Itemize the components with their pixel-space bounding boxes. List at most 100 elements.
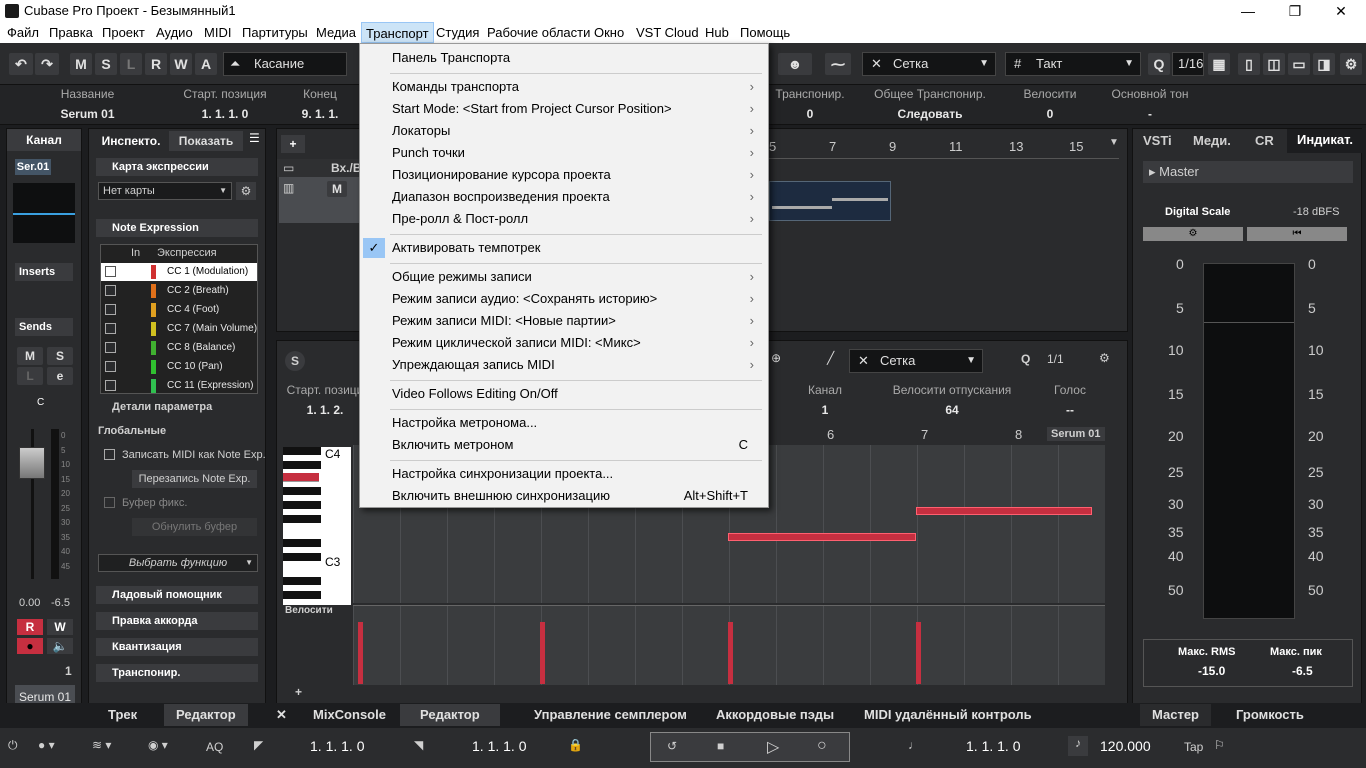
menu-scores[interactable]: Партитуры: [242, 25, 308, 40]
solo-all-button[interactable]: S: [95, 53, 117, 75]
editor-snap-select[interactable]: ✕ Сетка ▼: [849, 349, 983, 373]
tab-inspector[interactable]: Инспекто.: [95, 131, 167, 151]
mute-all-button[interactable]: M: [70, 53, 92, 75]
sends-button[interactable]: Sends: [15, 318, 73, 336]
meter-settings-button[interactable]: ⚙: [1143, 227, 1243, 241]
right-locator-icon[interactable]: ◥: [414, 738, 423, 752]
menu-item[interactable]: Пре-ролл & Пост-ролл ›: [392, 209, 758, 229]
write-button[interactable]: W: [170, 53, 192, 75]
menu-file[interactable]: Файл: [7, 25, 39, 40]
minimize-button[interactable]: —: [1225, 0, 1271, 22]
menu-item[interactable]: Режим циклической записи MIDI: <Микс> ›: [392, 333, 758, 353]
tab-master[interactable]: Мастер: [1140, 704, 1211, 726]
menu-item[interactable]: Настройка синхронизации проекта...: [392, 464, 758, 484]
color-icon[interactable]: ☻: [778, 53, 812, 75]
chord-edit-section[interactable]: Правка аккорда: [96, 612, 258, 630]
midi-note[interactable]: [916, 507, 1092, 515]
menu-item[interactable]: Активировать темпотрек: [392, 238, 758, 258]
fader-handle[interactable]: [19, 447, 45, 479]
cc-checkbox[interactable]: [105, 342, 116, 353]
menu-hub[interactable]: Hub: [705, 25, 729, 40]
menu-item[interactable]: Панель Транспорта: [392, 48, 758, 68]
velocity-bar[interactable]: [916, 622, 921, 684]
automation-button[interactable]: A: [195, 53, 217, 75]
expression-map-settings-icon[interactable]: ⚙: [236, 182, 256, 200]
record-midi-checkbox[interactable]: [104, 449, 115, 460]
reset-buffer-button[interactable]: Обнулить буфер: [132, 518, 257, 536]
menu-item[interactable]: Режим записи аудио: <Сохранять историю> ›: [392, 289, 758, 309]
cc-checkbox[interactable]: [105, 380, 116, 391]
zoom-icon[interactable]: ⊕: [771, 351, 781, 365]
cycle-icon[interactable]: ↺: [667, 739, 677, 753]
channel-pan-label[interactable]: C: [37, 397, 44, 408]
read-button[interactable]: R: [17, 619, 43, 635]
transpose-section[interactable]: Транспонир.: [96, 664, 258, 682]
menu-transport[interactable]: Транспорт: [361, 22, 434, 43]
close-button[interactable]: ✕: [1318, 0, 1364, 22]
tab-editor-lower[interactable]: Редактор: [400, 704, 500, 726]
piano-keyboard[interactable]: C4 C3: [283, 447, 351, 605]
cc-checkbox[interactable]: [105, 285, 116, 296]
info-velocity[interactable]: Велосити 0: [1010, 87, 1090, 121]
tab-meter[interactable]: Индикат.: [1287, 129, 1363, 153]
menu-item[interactable]: Позиционирование курсора проекта ›: [392, 165, 758, 185]
undo-button[interactable]: ↶: [9, 53, 33, 75]
chord-assistant-section[interactable]: Ладовый помощник: [96, 586, 258, 604]
cc-checkbox[interactable]: [105, 266, 116, 277]
cc-row[interactable]: CC 2 (Breath): [101, 282, 257, 300]
left-locator-value[interactable]: 1. 1. 1. 0: [310, 738, 364, 754]
velocity-bar[interactable]: [728, 622, 733, 684]
menu-item[interactable]: Диапазон воспроизведения проекта ›: [392, 187, 758, 207]
position-value[interactable]: 1. 1. 1. 0: [966, 738, 1020, 754]
ed-start[interactable]: Старт. позици 1. 1. 2.: [285, 383, 365, 417]
menu-item[interactable]: Режим записи MIDI: <Новые партии> ›: [392, 311, 758, 331]
layout-bottom-icon[interactable]: ▭: [1288, 53, 1310, 75]
meter-reset-button[interactable]: ⏮: [1247, 227, 1347, 241]
menu-item[interactable]: Включить внешнюю синхронизацию Alt+Shift+…: [392, 486, 758, 506]
select-function[interactable]: Выбрать функцию ▼: [98, 554, 258, 572]
editor-settings-icon[interactable]: ⚙: [1099, 351, 1110, 365]
quantize-icon[interactable]: Q: [1148, 53, 1170, 75]
track-mute[interactable]: M: [327, 181, 347, 197]
solo-editor-icon[interactable]: S: [285, 351, 305, 371]
cc-row[interactable]: CC 10 (Pan): [101, 358, 257, 376]
menu-studio[interactable]: Студия: [436, 25, 479, 40]
velocity-bar[interactable]: [358, 622, 363, 684]
editor-add-lane[interactable]: +: [295, 685, 302, 699]
menu-vst-cloud[interactable]: VST Cloud: [636, 25, 699, 40]
write-button[interactable]: W: [47, 619, 73, 635]
add-track-button[interactable]: +: [281, 135, 305, 153]
cc-checkbox[interactable]: [105, 304, 116, 315]
draw-icon[interactable]: ╱: [827, 351, 834, 365]
record-icon[interactable]: ○: [817, 737, 827, 755]
auto-quantize-button[interactable]: AQ: [206, 740, 223, 754]
inspector-menu-icon[interactable]: ☰: [249, 131, 260, 145]
snap-type-select[interactable]: ✕ Сетка ▼: [862, 52, 996, 76]
buffer-checkbox[interactable]: [104, 497, 115, 508]
snap-toggle-icon[interactable]: ⁓: [825, 53, 851, 75]
channel-listen[interactable]: L: [17, 367, 43, 385]
metronome-icon[interactable]: ♩: [908, 738, 920, 752]
rerecord-button[interactable]: Перезапись Note Exp.: [132, 470, 257, 488]
menu-workspaces[interactable]: Рабочие области: [487, 25, 590, 40]
settings-icon[interactable]: ⚙: [1340, 53, 1362, 75]
velocity-bar[interactable]: [540, 622, 545, 684]
listen-button[interactable]: L: [120, 53, 142, 75]
close-lower-zone-icon[interactable]: ✕: [276, 704, 287, 726]
play-icon[interactable]: ▷: [767, 737, 779, 757]
menu-item[interactable]: Общие режимы записи ›: [392, 267, 758, 287]
lock-icon[interactable]: 🔒: [568, 738, 583, 752]
menu-item[interactable]: Локаторы ›: [392, 121, 758, 141]
midi-icon[interactable]: ◉ ▾: [148, 738, 168, 752]
stop-icon[interactable]: ■: [717, 739, 724, 753]
monitor-icon[interactable]: 🔈: [47, 638, 73, 654]
menu-item[interactable]: Настройка метронома...: [392, 413, 758, 433]
menu-item[interactable]: Video Follows Editing On/Off: [392, 384, 758, 404]
info-end[interactable]: Конец 9. 1. 1.: [290, 87, 350, 121]
layout-right-icon[interactable]: ◨: [1313, 53, 1335, 75]
tab-sampler-control[interactable]: Управление семплером: [534, 704, 687, 726]
cc-checkbox[interactable]: [105, 323, 116, 334]
tab-visibility[interactable]: Показать: [169, 131, 243, 151]
menu-item[interactable]: Start Mode: <Start from Project Cursor P…: [392, 99, 758, 119]
tab-vsti[interactable]: VSTi: [1143, 133, 1172, 148]
